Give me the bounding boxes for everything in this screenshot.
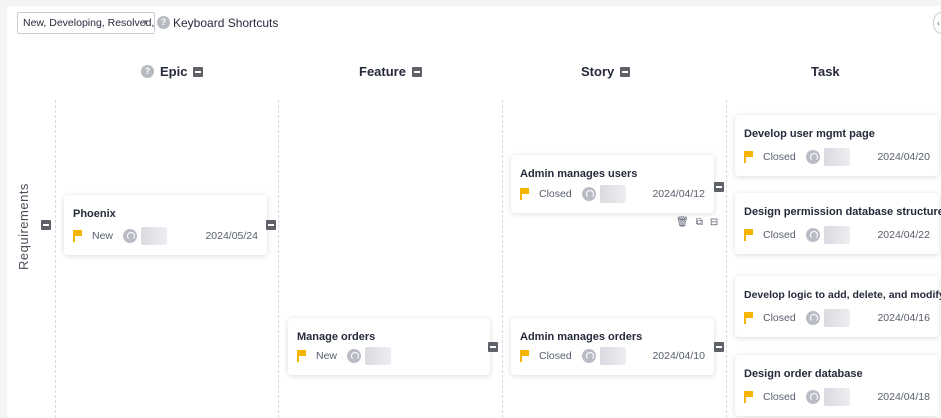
card-meta: New — [297, 347, 481, 365]
column-header-feature: Feature — [359, 64, 422, 79]
due-date: 2024/04/20 — [877, 151, 930, 163]
card-title: Phoenix — [73, 208, 116, 220]
due-date: 2024/04/12 — [652, 188, 705, 200]
due-date: 2024/04/18 — [877, 391, 930, 403]
card-title: Design order database — [744, 368, 863, 380]
card-meta: New 2024/05/24 — [73, 227, 258, 245]
assignee-name-redacted — [365, 347, 392, 365]
status-label: Closed — [763, 229, 796, 241]
card-feature-manage-orders[interactable]: Manage orders New — [288, 318, 490, 375]
status-filter-select[interactable]: New, Developing, Resolved, T... ▼ — [17, 12, 155, 34]
card-title: Admin manages users — [520, 168, 638, 180]
collapse-column-icon[interactable] — [620, 66, 631, 77]
help-icon[interactable]: ? — [157, 16, 170, 29]
card-story-admin-users[interactable]: Admin manages users Closed 2024/04/12 — [511, 155, 714, 213]
priority-flag-icon — [744, 312, 754, 324]
status-label: Closed — [763, 151, 796, 163]
keyboard-shortcuts-link[interactable]: Keyboard Shortcuts — [173, 16, 278, 30]
assignee-name-redacted — [823, 148, 850, 166]
status-label: Closed — [539, 350, 572, 362]
assignee-name-redacted — [141, 227, 168, 245]
column-header-epic: ? Epic — [141, 64, 204, 79]
card-epic-phoenix[interactable]: Phoenix New 2024/05/24 — [64, 195, 267, 255]
status-label: Closed — [539, 188, 572, 200]
column-title: Task — [811, 64, 840, 79]
card-meta: Closed 2024/04/10 — [520, 347, 705, 365]
assignee-name-redacted — [599, 185, 626, 203]
card-meta: Closed 2024/04/22 — [744, 226, 930, 244]
avatar — [805, 228, 820, 242]
collapse-row-icon[interactable] — [41, 220, 51, 230]
priority-flag-icon — [744, 151, 754, 163]
card-task-order-db[interactable]: Design order database Closed 2024/04/18 — [735, 355, 939, 416]
card-meta: Closed 2024/04/20 — [744, 148, 930, 166]
column-divider — [502, 100, 503, 418]
column-title: Feature — [359, 64, 406, 79]
assignee-name-redacted — [823, 226, 850, 244]
column-header-story: Story — [581, 64, 631, 79]
assignee-name-redacted — [823, 309, 850, 327]
chevron-down-icon: ▼ — [141, 18, 149, 27]
status-label: New — [316, 350, 338, 362]
priority-flag-icon — [73, 230, 83, 242]
column-title: Epic — [160, 64, 188, 79]
assignee-name-redacted — [599, 347, 626, 365]
avatar — [805, 390, 820, 404]
column-divider — [278, 100, 279, 418]
column-header-task: Task — [811, 64, 840, 79]
card-title: Develop user mgmt page — [744, 128, 875, 140]
due-date: 2024/04/10 — [652, 350, 705, 362]
card-task-permission-db[interactable]: Design permission database structure Clo… — [735, 193, 941, 254]
priority-flag-icon — [744, 391, 754, 403]
column-title: Story — [581, 64, 615, 79]
status-filter-value: New, Developing, Resolved, T... — [23, 17, 155, 29]
help-icon[interactable]: ? — [141, 65, 154, 78]
avatar — [805, 150, 820, 164]
copy-icon[interactable]: ⧉ — [696, 217, 703, 228]
collapse-children-icon[interactable] — [714, 182, 724, 192]
split-icon[interactable]: ⊟ — [710, 217, 718, 228]
card-meta: Closed 2024/04/12 — [520, 185, 705, 203]
priority-flag-icon — [297, 350, 307, 362]
due-date: 2024/04/22 — [877, 229, 930, 241]
collapse-column-icon[interactable] — [193, 66, 204, 77]
collapse-column-icon[interactable] — [411, 66, 422, 77]
due-date: 2024/04/16 — [877, 312, 930, 324]
column-divider — [726, 100, 727, 418]
row-label-requirements: Requirements — [16, 183, 31, 270]
card-title: Admin manages orders — [520, 331, 643, 343]
status-label: Closed — [763, 391, 796, 403]
avatar — [581, 187, 596, 201]
card-meta: Closed 2024/04/18 — [744, 388, 930, 406]
collapse-children-icon[interactable] — [714, 342, 724, 352]
card-task-user-mgmt[interactable]: Develop user mgmt page Closed 2024/04/20 — [735, 115, 939, 176]
avatar — [123, 229, 138, 243]
avatar — [581, 349, 596, 363]
collapse-children-icon[interactable] — [488, 342, 498, 352]
delete-icon[interactable]: 🗑 — [676, 217, 689, 228]
priority-flag-icon — [744, 229, 754, 241]
column-divider — [55, 100, 56, 418]
assignee-name-redacted — [823, 388, 850, 406]
priority-flag-icon — [520, 350, 530, 362]
card-task-order-logic[interactable]: Develop logic to add, delete, and modify… — [735, 276, 941, 337]
priority-flag-icon — [520, 188, 530, 200]
card-meta: Closed 2024/04/16 — [744, 309, 930, 327]
status-label: New — [92, 230, 114, 242]
due-date: 2024/05/24 — [205, 230, 258, 242]
card-actions: 🗑 ⧉ ⊟ — [676, 217, 718, 228]
status-label: Closed — [763, 312, 796, 324]
card-title: Develop logic to add, delete, and modify… — [744, 289, 941, 301]
avatar — [805, 311, 820, 325]
collapse-children-icon[interactable] — [266, 220, 276, 230]
card-story-admin-orders[interactable]: Admin manages orders Closed 2024/04/10 — [511, 318, 714, 375]
card-title: Manage orders — [297, 331, 376, 343]
avatar — [347, 349, 362, 363]
card-title: Design permission database structure — [744, 206, 941, 218]
